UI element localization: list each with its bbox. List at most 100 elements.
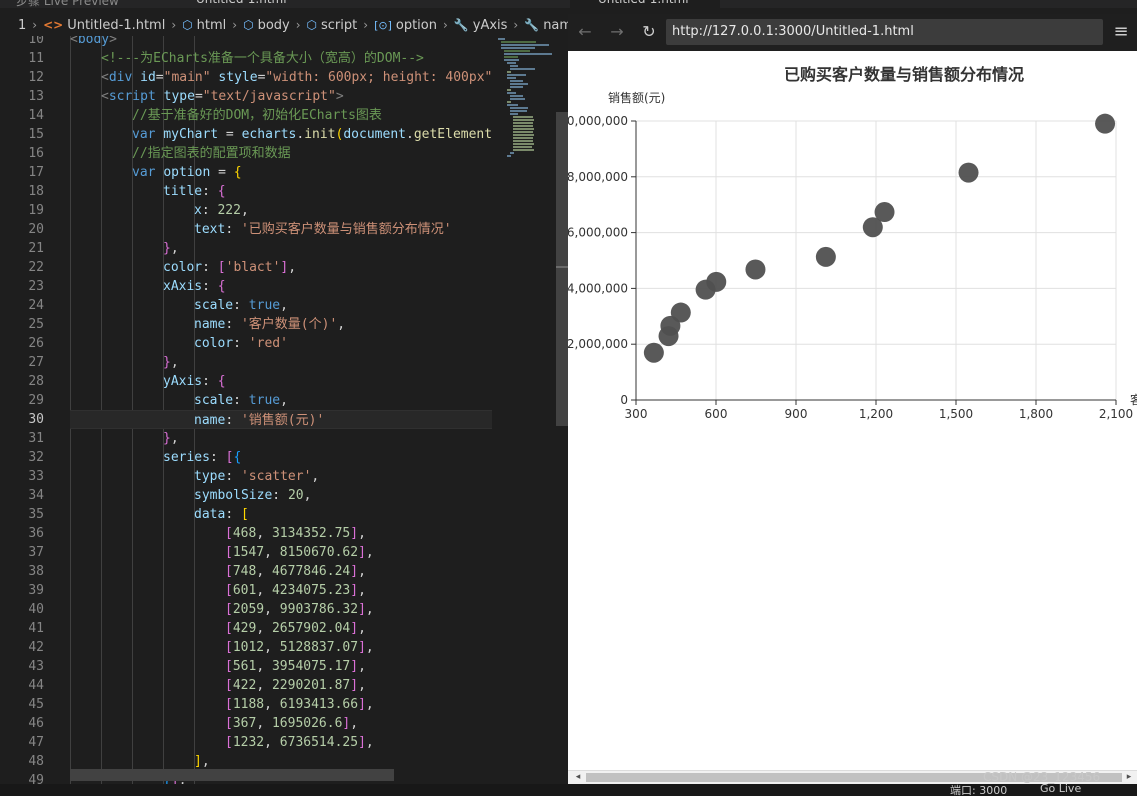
code-token: }	[163, 241, 171, 256]
code-line[interactable]: <div id="main" style="width: 600px; heig…	[70, 68, 492, 87]
line-number: 21	[28, 241, 44, 256]
code-line[interactable]: color: 'red'	[70, 334, 288, 353]
code-line[interactable]: type: 'scatter',	[70, 467, 319, 486]
minimap[interactable]	[492, 36, 554, 784]
code-token: color	[163, 260, 203, 275]
hamburger-menu-icon[interactable]: ≡	[1111, 21, 1131, 43]
code-line[interactable]: var myChart = echarts.init(document.getE…	[70, 125, 492, 144]
code-line[interactable]: [367, 1695026.6],	[70, 714, 358, 733]
breadcrumb-item-html[interactable]: ⬡ html	[182, 18, 226, 33]
breadcrumb-item-body[interactable]: ⬡ body	[243, 18, 290, 33]
arrow-right-icon[interactable]: →	[606, 21, 628, 43]
code-token: ,	[170, 241, 179, 256]
x-tick-label: 1,200	[859, 407, 893, 421]
breadcrumb-label: yAxis	[472, 17, 508, 33]
code-line[interactable]: [468, 3134352.75],	[70, 524, 366, 543]
refresh-icon[interactable]: ↻	[638, 21, 660, 43]
code-line[interactable]: [1188, 6193413.66],	[70, 695, 374, 714]
code-line[interactable]: [422, 2290201.87],	[70, 676, 366, 695]
code-token: ,	[358, 621, 366, 636]
breadcrumb-item-option[interactable]: [⊙] option	[374, 18, 437, 33]
code-line[interactable]: <!---为ECharts准备一个具备大小（宽高）的DOM-->	[70, 49, 424, 68]
tab-preview-untitled-html[interactable]: Untitled-1.html	[598, 0, 689, 8]
code-token: document	[343, 127, 406, 142]
code-token: x	[194, 203, 202, 218]
code-line[interactable]: [2059, 9903786.32],	[70, 600, 374, 619]
code-token: ,	[240, 203, 249, 218]
minimap-line	[507, 74, 526, 76]
go-live-button[interactable]: Go Live	[1040, 784, 1081, 795]
editor-vertical-scrollbar[interactable]	[556, 36, 568, 784]
code-line[interactable]: [429, 2657902.04],	[70, 619, 366, 638]
tab-live-preview[interactable]: 步骤 Live Preview	[16, 0, 119, 8]
code-token: 1188	[232, 697, 265, 712]
line-number: 16	[28, 146, 44, 161]
code-line[interactable]: var option = {	[70, 163, 242, 182]
editor-horizontal-scrollbar[interactable]	[70, 769, 394, 781]
scroll-right-icon[interactable]: ▸	[1123, 771, 1135, 784]
port-status[interactable]: 端口: 3000	[950, 784, 1007, 796]
live-preview-pane: ← → ↻ http://127.0.0.1:3000/Untitled-1.h…	[568, 14, 1137, 784]
code-line[interactable]: [601, 4234075.23],	[70, 581, 366, 600]
code-line[interactable]: [561, 3954075.17],	[70, 657, 366, 676]
line-number: 29	[28, 393, 44, 408]
code-line[interactable]: },	[70, 239, 179, 258]
code-line[interactable]: yAxis: {	[70, 372, 226, 391]
code-line[interactable]: <body>	[70, 36, 117, 49]
minimap-line	[513, 134, 534, 136]
line-number: 30	[28, 412, 44, 427]
code-text-area[interactable]: <body> <!---为ECharts准备一个具备大小（宽高）的DOM--> <d…	[70, 36, 492, 784]
code-line[interactable]: //指定图表的配置项和数据	[70, 144, 291, 163]
code-line[interactable]: //基于准备好的DOM，初始化ECharts图表	[70, 106, 382, 125]
arrow-left-icon[interactable]: ←	[574, 21, 596, 43]
code-token: 561	[232, 659, 257, 674]
tab-untitled-html[interactable]: Untitled-1.html	[196, 0, 287, 8]
code-line[interactable]: color: ['blact'],	[70, 258, 296, 277]
breadcrumb-item-script[interactable]: ⬡ script	[307, 18, 358, 33]
code-line[interactable]: [1547, 8150670.62],	[70, 543, 374, 562]
code-token: option	[163, 165, 211, 180]
y-tick-label: 6,000,000	[568, 226, 628, 240]
code-token: ]	[350, 621, 359, 636]
scroll-left-icon[interactable]: ◂	[572, 771, 584, 784]
code-token: 601	[232, 583, 257, 598]
code-line[interactable]: <script type="text/javascript">	[70, 87, 344, 106]
code-line[interactable]: },	[70, 429, 179, 448]
code-line[interactable]: scale: true,	[70, 391, 288, 410]
code-line[interactable]: data: [	[70, 505, 249, 524]
code-token: [	[240, 507, 249, 522]
minimap-line	[507, 104, 518, 106]
code-line[interactable]: [1012, 5128837.07],	[70, 638, 374, 657]
minimap-line	[513, 116, 533, 118]
code-editor[interactable]: 10 11 12 13 14 15 16 17 18 19 20 21 22 23 24 25 26 27 28 29…	[0, 36, 556, 784]
code-line[interactable]: x: 222,	[70, 201, 249, 220]
code-line[interactable]: xAxis: {	[70, 277, 226, 296]
code-token: ,	[303, 488, 312, 503]
line-number: 39	[28, 583, 44, 598]
breadcrumb-item-name[interactable]: 🔧name	[524, 18, 568, 33]
code-line[interactable]: scale: true,	[70, 296, 288, 315]
code-line[interactable]: [1232, 6736514.25],	[70, 733, 374, 752]
code-line[interactable]: series: [{	[70, 448, 241, 467]
code-line[interactable]: title: {	[70, 182, 226, 201]
code-line[interactable]: [748, 4677846.24],	[70, 562, 366, 581]
line-number: 14	[28, 108, 44, 123]
minimap-line	[510, 152, 514, 154]
code-token: true	[248, 393, 281, 408]
breadcrumb-item-line[interactable]: 1	[18, 18, 26, 33]
scrollbar-thumb[interactable]	[556, 112, 568, 426]
code-token: ,	[311, 469, 320, 484]
breadcrumb-item-file[interactable]: <> Untitled-1.html	[43, 18, 165, 33]
url-input[interactable]: http://127.0.0.1:3000/Untitled-1.html	[666, 19, 1103, 45]
breadcrumb-item-yaxis[interactable]: 🔧 yAxis	[454, 18, 508, 33]
code-line[interactable]: name: '客户数量(个)',	[70, 315, 345, 334]
code-token: :	[202, 184, 218, 199]
code-token: :	[202, 279, 218, 294]
code-line[interactable]: name: '销售额(元)'	[70, 410, 492, 429]
code-line[interactable]: symbolSize: 20,	[70, 486, 311, 505]
code-line[interactable]: text: '已购买客户数量与销售额分布情况'	[70, 220, 452, 239]
watermark: CSDN @23_123456	[983, 770, 1101, 784]
code-token: name	[194, 413, 226, 428]
minimap-line	[510, 65, 518, 67]
code-line[interactable]: },	[70, 353, 179, 372]
